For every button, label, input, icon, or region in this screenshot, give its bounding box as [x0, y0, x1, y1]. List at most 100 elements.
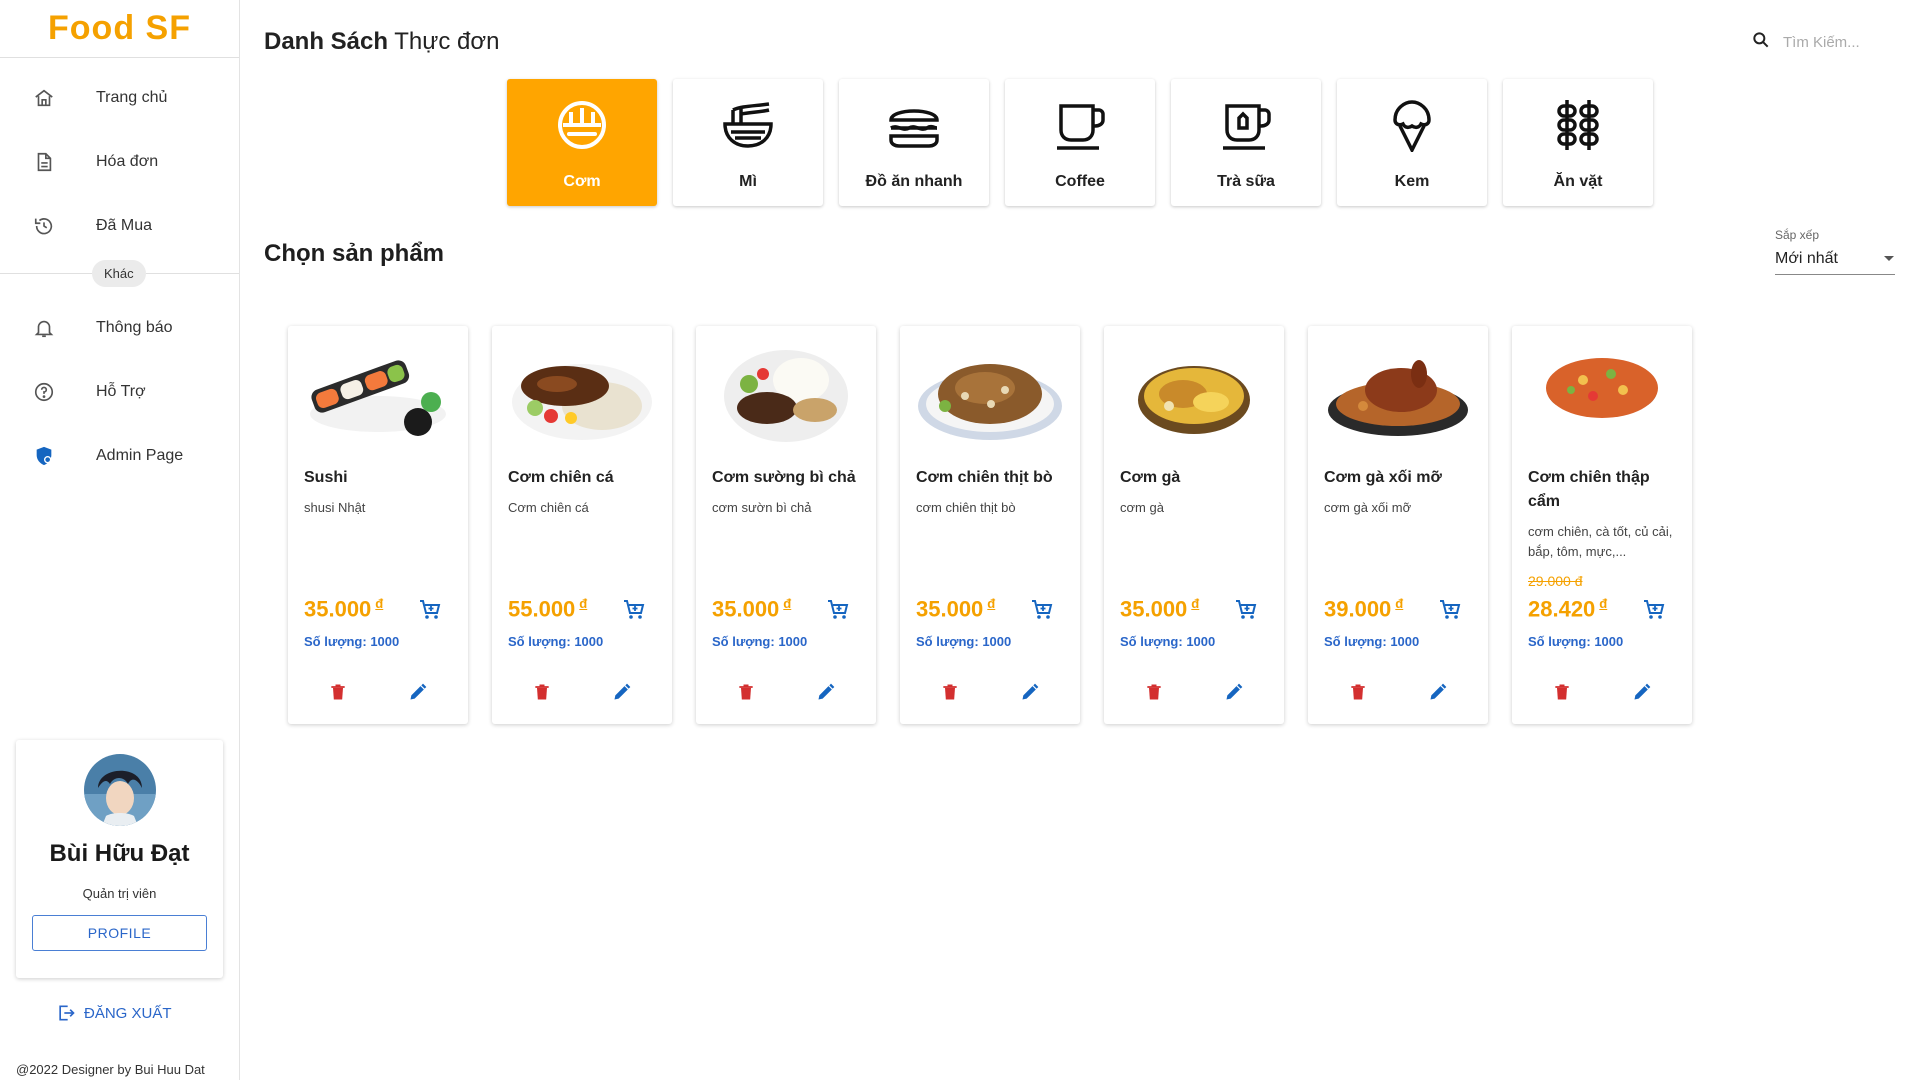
product-image-mixed-fried-rice [1527, 340, 1677, 448]
delete-icon[interactable] [1144, 682, 1164, 707]
sidebar-item-admin[interactable]: Admin Page [0, 424, 239, 488]
category-label: Ăn vặt [1553, 173, 1603, 190]
sort-value: Mới nhất [1775, 250, 1838, 267]
search-box [1751, 30, 1920, 55]
edit-icon[interactable] [1428, 682, 1448, 707]
sidebar-divider: Khác [0, 258, 239, 288]
receipt-icon [32, 150, 56, 174]
sidebar-item-purchased[interactable]: Đã Mua [0, 194, 239, 258]
logout-button[interactable]: ĐĂNG XUẤT [56, 1003, 172, 1023]
product-card[interactable]: Cơm sường bì chả cơm sườn bì chả 35.000 đ… [696, 326, 876, 724]
edit-icon[interactable] [612, 682, 632, 707]
milk-tea-icon [1219, 95, 1273, 155]
category-label: Coffee [1055, 173, 1105, 190]
category-snacks[interactable]: Ăn vặt [1503, 79, 1653, 206]
category-label: Trà sữa [1217, 173, 1275, 190]
product-price: 39.000 đ [1324, 596, 1403, 622]
add-to-cart-icon[interactable] [1642, 598, 1666, 627]
add-to-cart-icon[interactable] [1234, 598, 1258, 627]
delete-icon[interactable] [736, 682, 756, 707]
category-com[interactable]: Cơm [507, 79, 657, 206]
section-title: Chọn sản phẩm [264, 240, 445, 267]
sidebar-item-support[interactable]: Hỗ Trợ [0, 360, 239, 424]
product-description: cơm gà xối mỡ [1324, 500, 1412, 515]
product-price: 35.000 đ [916, 596, 995, 622]
category-fastfood[interactable]: Đồ ăn nhanh [839, 79, 989, 206]
product-image-fried-chicken-rice [1323, 340, 1473, 448]
product-card[interactable]: Cơm gà xối mỡ cơm gà xối mỡ 39.000 đ Số l… [1308, 326, 1488, 724]
add-to-cart-icon[interactable] [1030, 598, 1054, 627]
product-card[interactable]: Cơm chiên cá Cơm chiên cá 55.000 đ Số lượ… [492, 326, 672, 724]
category-label: Cơm [563, 173, 601, 190]
product-card[interactable]: Cơm gà cơm gà 35.000 đ Số lượng: 1000 [1104, 326, 1284, 724]
category-bar: Cơm Mì Đồ ăn nhanh Coffee Trà sữa Kem Ăn… [507, 79, 1653, 206]
edit-icon[interactable] [1632, 682, 1652, 707]
product-image-chicken-rice [1119, 340, 1269, 448]
sidebar-item-invoices[interactable]: Hóa đơn [0, 130, 239, 194]
profile-button[interactable]: PROFILE [32, 915, 207, 951]
add-to-cart-icon[interactable] [826, 598, 850, 627]
burger-icon [887, 95, 941, 155]
footer-credit: @2022 Designer by Bui Huu Dat [16, 1062, 205, 1077]
search-icon[interactable] [1751, 30, 1771, 55]
product-quantity: Số lượng: 1000 [1324, 634, 1420, 649]
sort-label: Sắp xếp [1775, 228, 1820, 242]
category-icecream[interactable]: Kem [1337, 79, 1487, 206]
product-price: 35.000 đ [304, 596, 383, 622]
divider-chip: Khác [92, 260, 146, 287]
ice-cream-icon [1385, 95, 1439, 155]
delete-icon[interactable] [1348, 682, 1368, 707]
edit-icon[interactable] [1224, 682, 1244, 707]
product-description: cơm chiên thịt bò [916, 500, 1016, 515]
delete-icon[interactable] [532, 682, 552, 707]
add-to-cart-icon[interactable] [1438, 598, 1462, 627]
sidebar-item-notifications[interactable]: Thông báo [0, 296, 239, 360]
product-quantity: Số lượng: 1000 [508, 634, 604, 649]
page-title: Danh Sách Thực đơn [264, 28, 499, 56]
product-list: Sushi shusi Nhật 35.000đ Số lượng: 1000 [288, 326, 1692, 724]
product-card[interactable]: Sushi shusi Nhật 35.000 đ Số lượng: 1000 [288, 326, 468, 724]
search-input[interactable] [1783, 34, 1920, 51]
currency-symbol: đ [987, 596, 996, 611]
add-to-cart-icon[interactable] [622, 598, 646, 627]
product-quantity: Số lượng: 1000 [712, 634, 808, 649]
product-name: Cơm chiên thập cẩm [1528, 469, 1650, 510]
price-value: 28.420 [1528, 596, 1596, 622]
product-price: 28.420 đ [1528, 596, 1607, 622]
sidebar: Food SF Trang chủ Hóa đơn Đã Mua Khác Th… [0, 0, 240, 1080]
product-description: shusi Nhật [304, 500, 366, 515]
sidebar-item-label: Hỗ Trợ [96, 383, 146, 400]
sidebar-item-label: Thông báo [96, 319, 173, 336]
price-value: 35.000 [916, 596, 984, 622]
product-card[interactable]: Cơm chiên thập cẩm cơm chiên, cà tốt, củ… [1512, 326, 1692, 724]
category-coffee[interactable]: Coffee [1005, 79, 1155, 206]
product-name: Cơm gà [1120, 469, 1181, 486]
delete-icon[interactable] [940, 682, 960, 707]
app-logo[interactable]: Food SF [0, 0, 239, 58]
page-title-bold: Danh Sách [264, 28, 389, 55]
main-content: Danh Sách Thực đơn Cơm Mì Đồ ăn nhanh [241, 0, 1920, 1080]
sort-select[interactable]: Sắp xếp Mới nhất [1775, 228, 1895, 275]
product-description: Cơm chiên cá [508, 500, 589, 515]
sidebar-item-label: Trang chủ [96, 89, 168, 106]
currency-symbol: đ [1599, 596, 1608, 611]
chevron-down-icon [1883, 250, 1895, 268]
edit-icon[interactable] [816, 682, 836, 707]
delete-icon[interactable] [1552, 682, 1572, 707]
user-name: Bùi Hữu Đạt [49, 840, 190, 867]
product-price: 35.000 đ [1120, 596, 1199, 622]
rice-bowl-icon [555, 95, 609, 155]
sidebar-item-home[interactable]: Trang chủ [0, 66, 239, 130]
delete-icon[interactable] [328, 682, 348, 707]
category-mi[interactable]: Mì [673, 79, 823, 206]
currency-symbol: đ [579, 596, 588, 611]
edit-icon[interactable] [408, 682, 428, 707]
product-card[interactable]: Cơm chiên thịt bò cơm chiên thịt bò 35.0… [900, 326, 1080, 724]
product-description: cơm chiên, cà tốt, củ cải, bắp, tôm, mực… [1528, 524, 1673, 559]
category-milktea[interactable]: Trà sữa [1171, 79, 1321, 206]
home-icon [32, 86, 56, 110]
product-description: cơm sườn bì chả [712, 500, 812, 515]
edit-icon[interactable] [1020, 682, 1040, 707]
sort-value-field[interactable]: Mới nhất [1775, 245, 1895, 275]
add-to-cart-icon[interactable] [418, 598, 442, 627]
